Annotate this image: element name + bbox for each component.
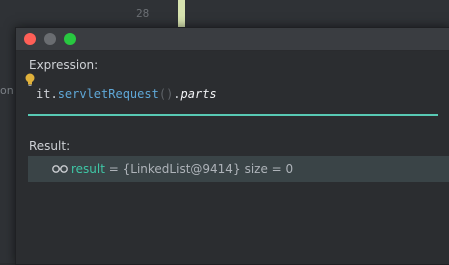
line-number: 28 <box>136 7 150 20</box>
background-text-fragment: on <box>0 84 14 97</box>
result-size: size = 0 <box>244 162 294 176</box>
expression-token-parens: () <box>158 87 174 101</box>
window-titlebar <box>16 28 449 51</box>
expression-token-it: it <box>36 87 51 101</box>
result-value: {LinkedList@9414} <box>122 162 241 176</box>
result-tree-row[interactable]: result = {LinkedList@9414} size = 0 <box>28 156 449 182</box>
evaluate-expression-window: Expression: it.servletRequest().parts Re… <box>15 27 449 265</box>
result-equals: = <box>104 162 123 176</box>
result-text: result = {LinkedList@9414} size = 0 <box>71 162 293 176</box>
expression-input[interactable]: it.servletRequest().parts <box>36 87 217 101</box>
expression-label: Expression: <box>29 58 99 72</box>
zoom-button[interactable] <box>64 33 76 45</box>
watch-glasses-icon <box>52 165 68 173</box>
result-label: Result: <box>29 139 71 153</box>
expression-token-dot: . <box>50 87 58 101</box>
close-button[interactable] <box>24 33 36 45</box>
gutter-marker <box>178 0 185 27</box>
result-variable-name: result <box>71 162 105 176</box>
minimize-button[interactable] <box>44 33 56 45</box>
expression-focus-underline <box>28 114 438 116</box>
lightbulb-icon[interactable] <box>24 72 36 88</box>
expression-token-method: servletRequest <box>57 87 159 101</box>
expression-token-dot: . <box>173 87 181 101</box>
expression-token-property: parts <box>180 87 217 101</box>
